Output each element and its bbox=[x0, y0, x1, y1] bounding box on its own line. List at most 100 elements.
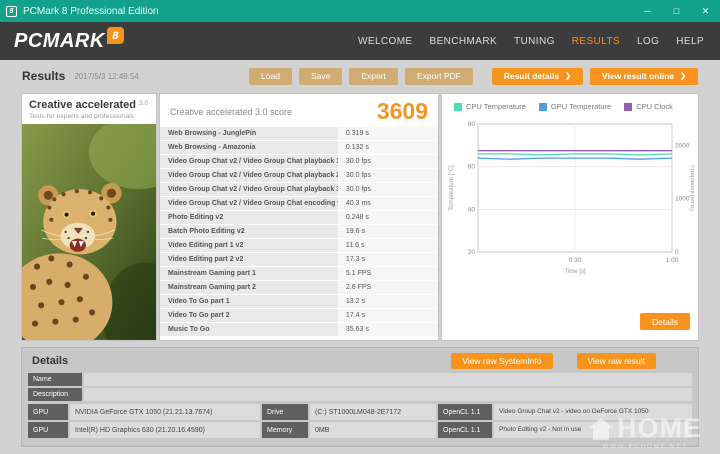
window-controls: ─ □ ✕ bbox=[633, 0, 720, 22]
details-header: Details View raw SystemInfo View raw resu… bbox=[28, 351, 692, 371]
legend-swatch bbox=[624, 102, 633, 111]
chevron-right-icon: ❯ bbox=[565, 73, 571, 80]
details-section: Details View raw SystemInfo View raw resu… bbox=[22, 348, 698, 446]
details-row-label: Name bbox=[28, 373, 82, 386]
details-row-value bbox=[84, 388, 692, 401]
test-name: Web Browsing - Amazonia bbox=[160, 141, 338, 154]
view-raw-result-button[interactable]: View raw result bbox=[576, 353, 656, 369]
window-title: PCMark 8 Professional Edition bbox=[23, 5, 159, 17]
test-value: 0.248 s bbox=[337, 211, 438, 224]
spec-value: Photo Editing v2 - Not in use bbox=[494, 422, 692, 438]
export-button[interactable]: Export bbox=[349, 67, 398, 85]
load-button[interactable]: Load bbox=[249, 67, 292, 85]
result-row: Video To Go part 2 17.4 s bbox=[160, 309, 438, 322]
svg-text:60: 60 bbox=[468, 164, 476, 171]
spec-row: GPU Intel(R) HD Graphics 630 (21.20.16.45… bbox=[28, 422, 692, 438]
spec-row: GPU NVIDIA GeForce GTX 1050 (21.21.13.767… bbox=[28, 404, 692, 420]
test-name: Video Editing part 1 v2 bbox=[160, 239, 338, 252]
main-menu: WELCOME BENCHMARK TUNING RESULTS LOG HELP bbox=[358, 36, 704, 47]
minimize-button[interactable]: ─ bbox=[633, 0, 662, 22]
benchmark-title: Creative accelerated bbox=[29, 99, 137, 111]
nav-log[interactable]: LOG bbox=[637, 36, 659, 47]
test-name: Batch Photo Editing v2 bbox=[160, 225, 338, 238]
export-pdf-button[interactable]: Export PDF bbox=[404, 67, 473, 85]
result-row: Web Browsing - Amazonia 0.132 s bbox=[160, 141, 438, 154]
result-row: Video Group Chat v2 / Video Group Chat p… bbox=[160, 155, 438, 168]
svg-text:Temperature [°C]: Temperature [°C] bbox=[449, 165, 455, 211]
svg-text:0: 0 bbox=[675, 249, 679, 256]
svg-text:0:30: 0:30 bbox=[569, 257, 582, 264]
score-panel: Creative accelerated 3.0 score 3609 Web … bbox=[160, 94, 438, 340]
logo-text: PCMARK bbox=[14, 30, 105, 52]
test-value: 35.63 s bbox=[337, 323, 438, 336]
spec-value: Intel(R) HD Graphics 630 (21.20.16.4590) bbox=[70, 422, 260, 438]
test-value: 40.3 ms bbox=[337, 197, 438, 210]
legend-label: CPU Temperature bbox=[466, 102, 526, 111]
benchmark-version: 3.0 bbox=[139, 100, 149, 107]
view-result-online-button[interactable]: View result online ❯ bbox=[590, 67, 698, 85]
nav-welcome[interactable]: WELCOME bbox=[358, 36, 412, 47]
nav-tuning[interactable]: TUNING bbox=[514, 36, 555, 47]
test-value: 19.6 s bbox=[337, 225, 438, 238]
result-row: Mainstream Gaming part 2 2.6 FPS bbox=[160, 281, 438, 294]
test-name: Video Group Chat v2 / Video Group Chat p… bbox=[160, 155, 338, 168]
benchmark-info-panel: Creative accelerated 3.0 Tests for exper… bbox=[22, 94, 156, 340]
save-button[interactable]: Save bbox=[298, 67, 343, 85]
nav-results[interactable]: RESULTS bbox=[572, 36, 620, 47]
result-row: Video Editing part 2 v2 17.3 s bbox=[160, 253, 438, 266]
score-header: Creative accelerated 3.0 score 3609 bbox=[160, 94, 438, 127]
maximize-button[interactable]: □ bbox=[662, 0, 691, 22]
result-details-button[interactable]: Result details ❯ bbox=[491, 67, 583, 85]
result-row: Music To Go 35.63 s bbox=[160, 323, 438, 336]
test-name: Music To Go bbox=[160, 323, 338, 336]
svg-text:Time [s]: Time [s] bbox=[564, 269, 585, 275]
svg-text:1000: 1000 bbox=[675, 196, 690, 203]
details-title: Details bbox=[32, 355, 69, 367]
svg-text:80: 80 bbox=[468, 121, 476, 128]
test-value: 0.319 s bbox=[337, 127, 438, 140]
result-timestamp: 2017/5/3 12:49:54 bbox=[74, 71, 139, 81]
logo-8-badge: 8 bbox=[106, 27, 124, 44]
nav-benchmark[interactable]: BENCHMARK bbox=[430, 36, 498, 47]
legend-swatch bbox=[454, 102, 462, 111]
spec-value: (C:) ST1000LM048-2E7172 bbox=[310, 404, 436, 420]
spec-label: GPU bbox=[28, 422, 68, 438]
details-row: Name bbox=[28, 373, 692, 386]
test-name: Mainstream Gaming part 1 bbox=[160, 267, 338, 280]
test-value: 13.2 s bbox=[337, 295, 438, 308]
test-value: 11.6 s bbox=[337, 239, 438, 252]
spec-label: Memory bbox=[262, 422, 308, 438]
test-name: Web Browsing - JunglePin bbox=[160, 127, 338, 140]
details-row-label: Description bbox=[28, 388, 82, 401]
test-name: Video Editing part 2 v2 bbox=[160, 253, 338, 266]
close-button[interactable]: ✕ bbox=[691, 0, 720, 22]
chart-details-button[interactable]: Details bbox=[640, 313, 690, 330]
test-value: 17.4 s bbox=[337, 309, 438, 322]
test-name: Video To Go part 2 bbox=[160, 309, 338, 322]
legend-gpu-temperature: GPU Temperature bbox=[538, 102, 612, 111]
result-row: Mainstream Gaming part 1 5.1 FPS bbox=[160, 267, 438, 280]
result-row: Video To Go part 1 13.2 s bbox=[160, 295, 438, 308]
result-row: Video Group Chat v2 / Video Group Chat e… bbox=[160, 197, 438, 210]
spec-value: Video Group Chat v2 - video on GeForce G… bbox=[494, 404, 692, 420]
test-value: 17.3 s bbox=[337, 253, 438, 266]
chart-legend: CPU Temperature GPU Temperature CPU Clock bbox=[446, 100, 694, 114]
test-name: Video Group Chat v2 / Video Group Chat e… bbox=[160, 197, 338, 210]
pcmark-logo: PCMARK 8 bbox=[14, 27, 124, 52]
legend-cpu-temperature: CPU Temperature bbox=[454, 102, 526, 111]
chevron-right-icon: ❯ bbox=[680, 73, 686, 80]
view-raw-systeminfo-button[interactable]: View raw SystemInfo bbox=[451, 353, 553, 369]
legend-swatch bbox=[538, 102, 547, 111]
nav-help[interactable]: HELP bbox=[676, 36, 704, 47]
result-row: Video Group Chat v2 / Video Group Chat p… bbox=[160, 183, 438, 196]
details-row: Description bbox=[28, 388, 692, 401]
result-row: Web Browsing - JunglePin 0.319 s bbox=[160, 127, 438, 140]
legend-label: CPU Clock bbox=[636, 102, 673, 111]
legend-label: GPU Temperature bbox=[550, 102, 612, 111]
performance-chart: 20 40 60 80 0 1000 2000 0:30 1:00 Temperature [°C… bbox=[449, 121, 694, 275]
details-buttons: View raw SystemInfo View raw result bbox=[451, 353, 656, 369]
spec-label: Drive bbox=[262, 404, 308, 420]
svg-text:40: 40 bbox=[468, 206, 476, 213]
spec-label: OpenCL 1.1 bbox=[438, 404, 492, 420]
test-value: 30.0 fps bbox=[337, 169, 438, 182]
